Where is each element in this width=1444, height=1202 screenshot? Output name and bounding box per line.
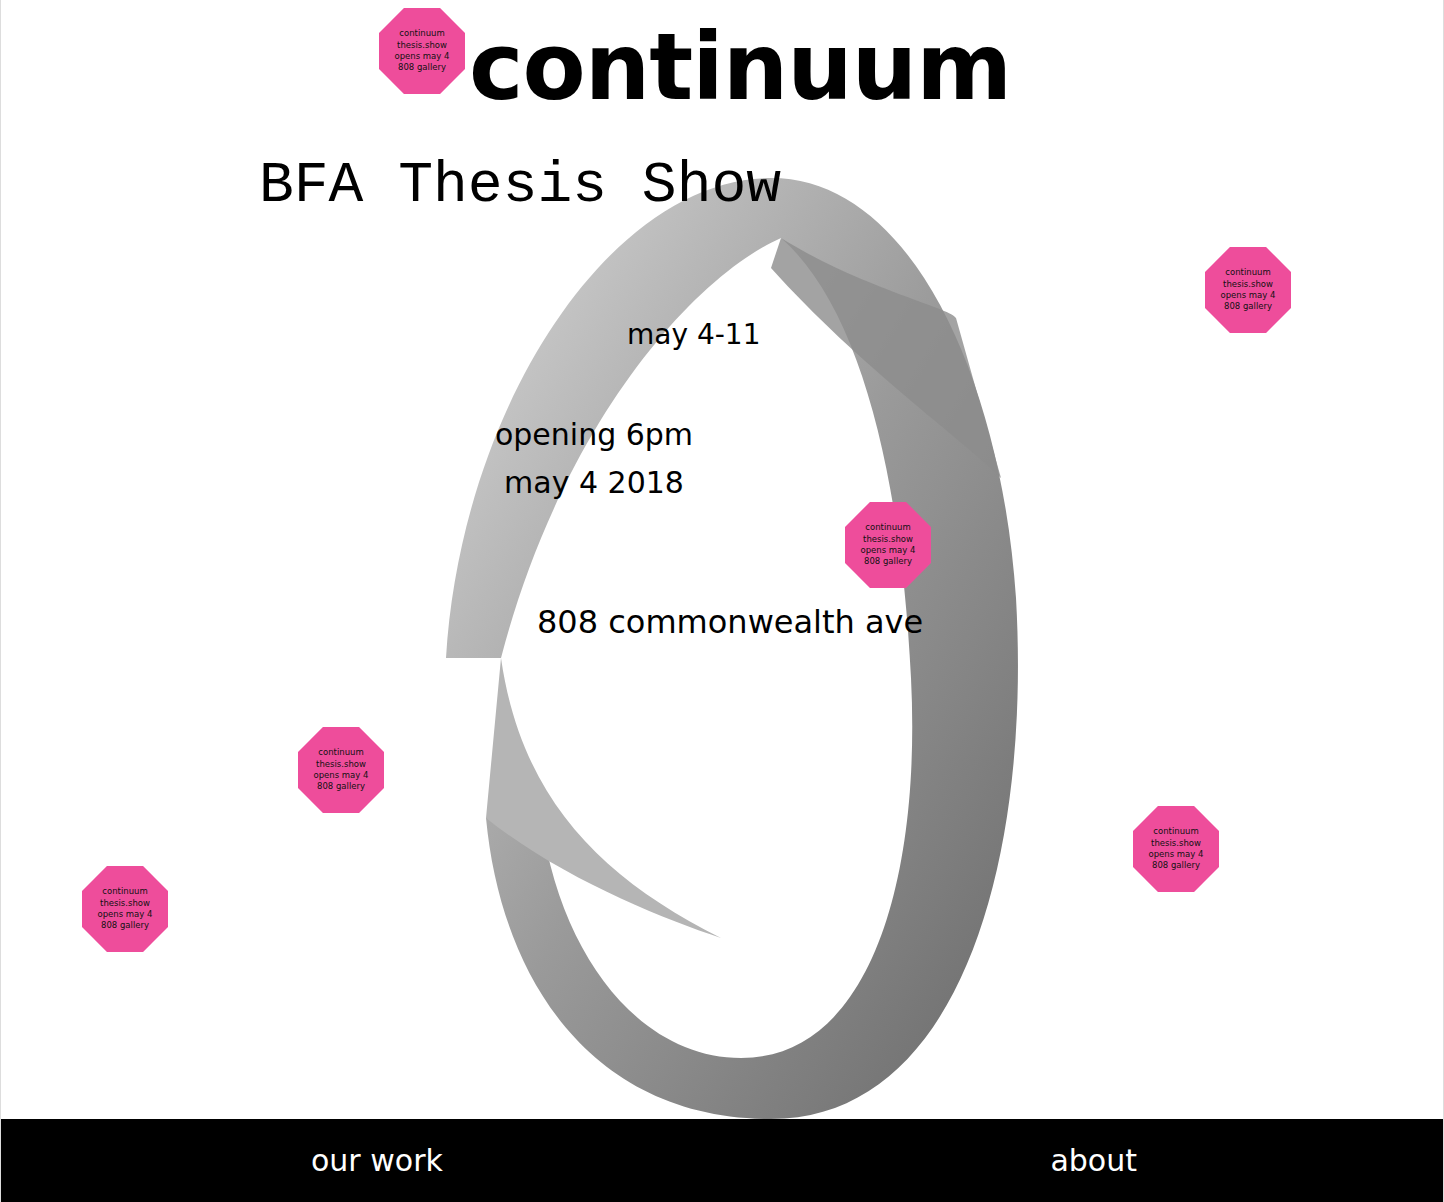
- promo-badge: continuumthesis.showopens may 4808 galle…: [1133, 806, 1219, 892]
- hero: continuum BFA Thesis Show may 4-11 opening …: [1, 0, 1443, 1119]
- badge-line: continuum: [318, 747, 363, 758]
- opening-line: opening 6pm: [495, 411, 693, 459]
- promo-badge: continuumthesis.showopens may 4808 galle…: [379, 8, 465, 94]
- badge-line: opens may 4: [314, 770, 369, 781]
- badge-line: continuum: [865, 522, 910, 533]
- badge-line: thesis.show: [316, 759, 366, 770]
- promo-badge: continuumthesis.showopens may 4808 galle…: [845, 502, 931, 588]
- badge-line: thesis.show: [863, 534, 913, 545]
- badge-line: thesis.show: [100, 898, 150, 909]
- subtitle: BFA Thesis Show: [259, 154, 1443, 218]
- badge-line: opens may 4: [1221, 290, 1276, 301]
- promo-badge: continuumthesis.showopens may 4808 galle…: [82, 866, 168, 952]
- badge-line: thesis.show: [1151, 838, 1201, 849]
- badge-line: opens may 4: [395, 51, 450, 62]
- badge-line: 808 gallery: [398, 62, 446, 73]
- badge-line: opens may 4: [861, 545, 916, 556]
- badge-line: continuum: [102, 886, 147, 897]
- show-dates: may 4-11: [627, 318, 1443, 352]
- nav-link[interactable]: our work: [305, 1139, 449, 1182]
- promo-badge: continuumthesis.showopens may 4808 galle…: [298, 727, 384, 813]
- site-title: continuum: [469, 22, 1443, 114]
- badge-line: continuum: [1153, 826, 1198, 837]
- badge-line: thesis.show: [397, 40, 447, 51]
- badge-line: 808 gallery: [864, 556, 912, 567]
- address: 808 commonwealth ave: [537, 603, 1443, 641]
- badge-line: 808 gallery: [1224, 301, 1272, 312]
- opening-info: opening 6pmmay 4 2018: [1, 411, 1187, 507]
- nav-link[interactable]: about: [1044, 1139, 1143, 1182]
- badge-line: continuum: [1225, 267, 1270, 278]
- badge-line: 808 gallery: [101, 920, 149, 931]
- bottom-nav: our work about: [1, 1119, 1443, 1202]
- badge-line: opens may 4: [98, 909, 153, 920]
- badge-line: 808 gallery: [1152, 860, 1200, 871]
- badge-line: thesis.show: [1223, 279, 1273, 290]
- opening-line: may 4 2018: [504, 459, 684, 507]
- badge-line: 808 gallery: [317, 781, 365, 792]
- badge-line: continuum: [399, 28, 444, 39]
- badge-line: opens may 4: [1149, 849, 1204, 860]
- promo-badge: continuumthesis.showopens may 4808 galle…: [1205, 247, 1291, 333]
